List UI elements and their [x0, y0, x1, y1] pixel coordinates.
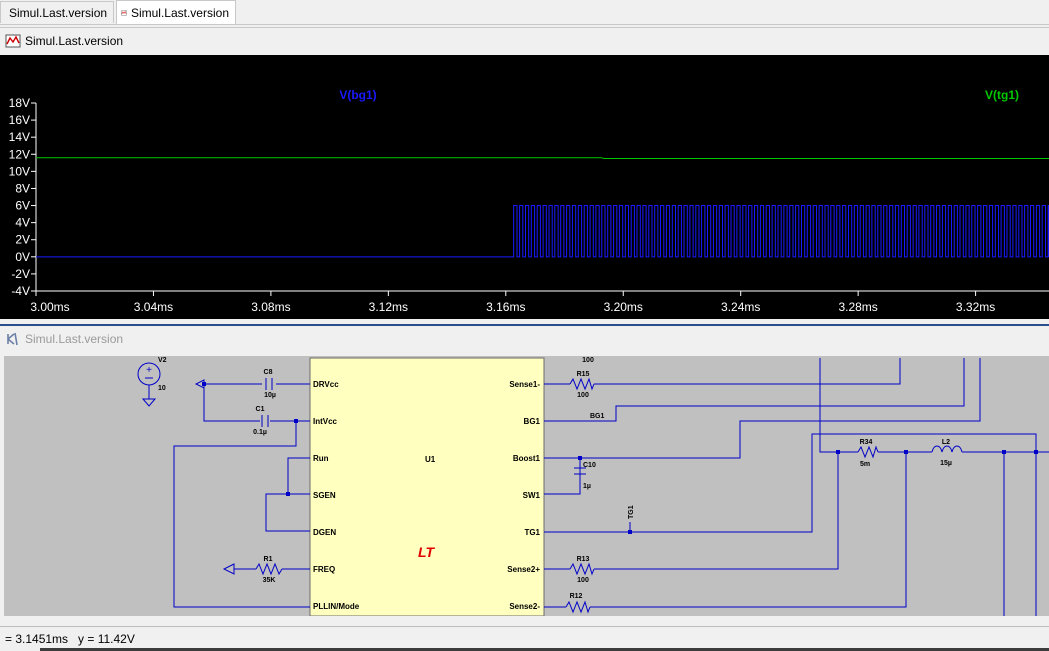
pin-bg1: BG1: [524, 417, 541, 426]
x-tick-label: 3.28ms: [838, 300, 877, 314]
pin-boost1: Boost1: [513, 454, 541, 463]
svg-text:L2: L2: [942, 439, 950, 446]
svg-text:R15: R15: [577, 371, 590, 378]
x-tick-label: 3.12ms: [369, 300, 408, 314]
pin-freq: FREQ: [313, 565, 335, 574]
waveform-icon: [5, 34, 21, 48]
plot-background: [0, 55, 1049, 319]
tab-schematic[interactable]: Simul.Last.version: [0, 1, 114, 23]
pin-sw1: SW1: [523, 491, 541, 500]
ic-u1[interactable]: [309, 357, 545, 616]
y-tick-label: -4V: [11, 284, 30, 298]
svg-text:100: 100: [577, 577, 589, 584]
svg-text:R12: R12: [570, 593, 583, 600]
y-tick-label: 10V: [9, 164, 30, 178]
window-title: Simul.Last.version: [25, 332, 124, 346]
schematic-canvas[interactable]: U1 LT DRVcc IntVcc Run SGEN DGEN FREQ PL…: [4, 356, 1049, 616]
schematic-icon: [7, 332, 18, 346]
y-tick-label: 0V: [15, 250, 30, 264]
svg-text:15µ: 15µ: [940, 460, 952, 467]
svg-text:0.1µ: 0.1µ: [253, 429, 267, 436]
svg-text:100: 100: [577, 392, 589, 399]
net-label-bg1: BG1: [590, 413, 605, 420]
pin-run: Run: [313, 454, 329, 463]
x-tick-label: 3.04ms: [134, 300, 173, 314]
legend-vtg1[interactable]: V(tg1): [985, 88, 1019, 102]
svg-text:R13: R13: [577, 556, 590, 563]
tab-label: Simul.Last.version: [130, 5, 229, 20]
y-tick-label: 2V: [15, 233, 30, 247]
svg-text:10µ: 10µ: [264, 392, 276, 399]
x-tick-label: 3.32ms: [956, 300, 995, 314]
svg-text:R1: R1: [264, 556, 273, 563]
lt-logo: LT: [418, 544, 436, 560]
ic-name: U1: [425, 455, 436, 464]
pin-dgen: DGEN: [313, 528, 336, 537]
pin-sense2-minus: Sense2-: [509, 602, 540, 611]
tab-waveform[interactable]: Simul.Last.version: [116, 0, 236, 24]
schematic-window-titlebar[interactable]: Simul.Last.version: [0, 326, 1049, 352]
x-tick-label: 3.00ms: [30, 300, 69, 314]
waveform-plot[interactable]: 18V 16V 14V 12V 10V 8V 6V 4V 2V 0V -2V -4V 3.00ms 3.…: [0, 55, 1049, 319]
x-tick-label: 3.08ms: [251, 300, 290, 314]
waveform-icon: [121, 10, 127, 15]
cursor-readout: = 3.1451ms y = 11.42V: [5, 632, 135, 646]
svg-text:R34: R34: [860, 439, 873, 446]
x-tick-label: 3.24ms: [721, 300, 760, 314]
pin-intvcc: IntVcc: [313, 417, 338, 426]
x-tick-label: 3.20ms: [604, 300, 643, 314]
y-tick-label: 6V: [15, 199, 30, 213]
tab-label: Simul.Last.version: [9, 5, 108, 20]
y-tick-label: 8V: [15, 181, 30, 195]
svg-text:1µ: 1µ: [583, 483, 591, 490]
net-label-tg1: TG1: [628, 505, 635, 519]
waveform-window-titlebar[interactable]: Simul.Last.version: [0, 28, 1049, 54]
v2-name: V2: [158, 357, 167, 364]
y-tick-label: 14V: [9, 130, 30, 144]
waveform-window: Simul.Last.version 18V 16V 14V 12V 10V 8V 6V 4V…: [0, 27, 1049, 319]
document-tab-bar: Simul.Last.version Simul.Last.version: [0, 0, 1049, 25]
status-bar: = 3.1451ms y = 11.42V: [0, 626, 1049, 651]
cut-label: 100: [582, 357, 594, 364]
pin-tg1: TG1: [524, 528, 540, 537]
y-tick-label: 18V: [9, 96, 30, 110]
svg-text:35K: 35K: [263, 577, 276, 584]
pin-pllin-mode: PLLIN/Mode: [313, 602, 360, 611]
svg-text:C1: C1: [256, 406, 265, 413]
svg-text:5m: 5m: [860, 461, 870, 468]
pin-sense2-plus: Sense2+: [507, 565, 540, 574]
pin-sense1-minus: Sense1-: [509, 380, 540, 389]
y-tick-label: 12V: [9, 147, 30, 161]
legend-vbg1[interactable]: V(bg1): [339, 88, 376, 102]
y-tick-label: 16V: [9, 113, 30, 127]
window-title: Simul.Last.version: [25, 34, 124, 48]
svg-text:+: +: [146, 365, 152, 376]
schematic-window: Simul.Last.version U1 LT DRVcc IntVcc Ru…: [0, 324, 1049, 626]
pin-sgen: SGEN: [313, 491, 336, 500]
v2-value: 10: [158, 385, 166, 392]
svg-text:C10: C10: [583, 462, 596, 469]
pin-drvcc: DRVcc: [313, 380, 339, 389]
y-tick-label: -2V: [11, 267, 30, 281]
svg-text:C8: C8: [264, 369, 273, 376]
y-tick-label: 4V: [15, 216, 30, 230]
x-tick-label: 3.16ms: [486, 300, 525, 314]
